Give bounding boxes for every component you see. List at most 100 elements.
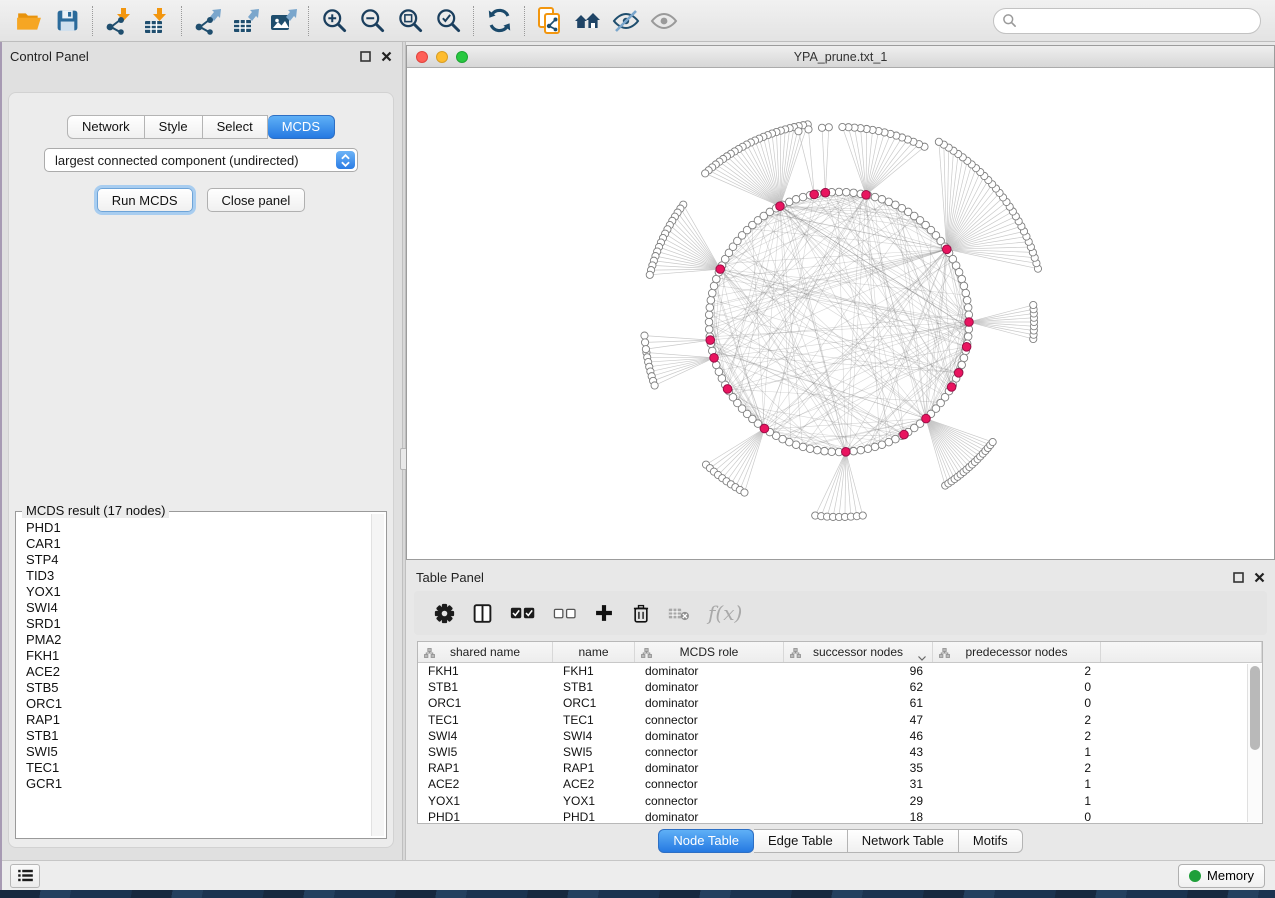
network-node[interactable]	[799, 193, 807, 201]
network-node[interactable]	[864, 445, 872, 453]
network-node[interactable]	[857, 446, 865, 454]
list-item[interactable]: SRD1	[26, 616, 362, 632]
dominator-node[interactable]	[723, 385, 732, 394]
network-node[interactable]	[850, 447, 858, 455]
table-row[interactable]: PHD1PHD1dominator180	[418, 809, 1262, 824]
table-row[interactable]: TEC1TEC1connector472	[418, 712, 1262, 728]
table-row[interactable]: FKH1FKH1dominator962	[418, 663, 1262, 679]
list-item[interactable]: ACE2	[26, 664, 362, 680]
network-node[interactable]	[960, 282, 968, 290]
network-node[interactable]	[707, 296, 715, 304]
network-node[interactable]	[958, 275, 966, 283]
list-item[interactable]: TID3	[26, 568, 362, 584]
settings-gear-icon[interactable]	[434, 603, 455, 624]
network-node[interactable]	[825, 124, 832, 131]
close-panel-icon[interactable]	[381, 51, 392, 62]
network-node[interactable]	[935, 138, 942, 145]
dominator-node[interactable]	[760, 424, 769, 433]
float-panel-icon[interactable]	[1233, 572, 1244, 583]
list-item[interactable]: PHD1	[26, 520, 362, 536]
network-node[interactable]	[705, 318, 713, 326]
zoom-out-button[interactable]	[353, 4, 391, 38]
task-history-button[interactable]	[10, 864, 40, 888]
network-node[interactable]	[960, 354, 968, 362]
list-item[interactable]: ORC1	[26, 696, 362, 712]
delete-row-icon[interactable]	[631, 603, 651, 624]
tab-network[interactable]: Network	[67, 115, 145, 139]
network-node[interactable]	[821, 447, 829, 455]
network-window-titlebar[interactable]: YPA_prune.txt_1	[407, 46, 1274, 68]
network-node[interactable]	[708, 289, 716, 297]
network-node[interactable]	[850, 189, 858, 197]
column-header-predecessor-nodes[interactable]: predecessor nodes	[933, 642, 1101, 662]
criterion-dropdown[interactable]: largest connected component (undirected)	[44, 148, 358, 172]
dominator-node[interactable]	[710, 354, 719, 363]
network-node[interactable]	[813, 446, 821, 454]
dominator-node[interactable]	[776, 202, 785, 211]
refresh-button[interactable]	[480, 4, 518, 38]
network-node[interactable]	[795, 128, 802, 135]
list-item[interactable]: SWI4	[26, 600, 362, 616]
network-node[interactable]	[646, 271, 653, 278]
dominator-node[interactable]	[942, 245, 951, 254]
tab-network-table[interactable]: Network Table	[848, 829, 959, 853]
table-row[interactable]: STB1STB1dominator620	[418, 679, 1262, 695]
mcds-list-scrollbar[interactable]	[371, 514, 384, 836]
network-node[interactable]	[835, 188, 843, 196]
table-row[interactable]: YOX1YOX1connector291	[418, 793, 1262, 809]
float-panel-icon[interactable]	[360, 51, 371, 62]
network-node[interactable]	[642, 346, 649, 353]
tab-node-table[interactable]: Node Table	[658, 829, 754, 853]
import-table-button[interactable]	[137, 4, 175, 38]
network-node[interactable]	[962, 289, 970, 297]
column-header-name[interactable]: name	[553, 642, 635, 662]
network-node[interactable]	[964, 304, 972, 312]
table-row[interactable]: SWI5SWI5connector431	[418, 744, 1262, 760]
zoom-selected-button[interactable]	[429, 4, 467, 38]
network-node[interactable]	[963, 296, 971, 304]
memory-button[interactable]: Memory	[1178, 864, 1265, 888]
dominator-node[interactable]	[962, 343, 971, 352]
mcds-result-list[interactable]: PHD1CAR1STP4TID3YOX1SWI4SRD1PMA2FKH1ACE2…	[18, 514, 370, 836]
list-item[interactable]: YOX1	[26, 584, 362, 600]
table-row[interactable]: ACE2ACE2connector311	[418, 776, 1262, 792]
tab-select[interactable]: Select	[203, 115, 268, 139]
list-item[interactable]: TEC1	[26, 760, 362, 776]
network-node[interactable]	[871, 193, 879, 201]
sort-indicator-icon[interactable]	[918, 650, 926, 664]
dominator-node[interactable]	[821, 188, 830, 197]
network-node[interactable]	[839, 123, 846, 130]
network-node[interactable]	[706, 304, 714, 312]
network-node[interactable]	[842, 188, 850, 196]
search-box[interactable]	[993, 8, 1261, 34]
network-node[interactable]	[799, 443, 807, 451]
select-all-checkboxes-icon[interactable]	[510, 605, 536, 621]
export-image-button[interactable]	[264, 4, 302, 38]
network-node[interactable]	[702, 170, 709, 177]
table-row[interactable]: ORC1ORC1dominator610	[418, 695, 1262, 711]
network-graph[interactable]	[407, 68, 1274, 559]
network-node[interactable]	[828, 448, 836, 456]
network-node[interactable]	[705, 311, 713, 319]
network-node[interactable]	[805, 126, 812, 133]
list-item[interactable]: SWI5	[26, 744, 362, 760]
function-builder-icon[interactable]: f(x)	[708, 601, 742, 625]
dominator-node[interactable]	[947, 383, 956, 392]
tab-motifs[interactable]: Motifs	[959, 829, 1023, 853]
close-panel-button[interactable]: Close panel	[207, 188, 306, 212]
dominator-node[interactable]	[810, 190, 819, 199]
zoom-in-button[interactable]	[315, 4, 353, 38]
tab-style[interactable]: Style	[145, 115, 203, 139]
network-node[interactable]	[964, 333, 972, 341]
show-hidden-button[interactable]	[645, 4, 683, 38]
first-neighbors-button[interactable]	[569, 4, 607, 38]
network-node[interactable]	[1030, 301, 1037, 308]
list-item[interactable]: STB5	[26, 680, 362, 696]
network-node[interactable]	[641, 332, 648, 339]
network-node[interactable]	[806, 445, 814, 453]
network-node[interactable]	[859, 512, 866, 519]
delete-table-icon[interactable]	[668, 605, 691, 622]
network-node[interactable]	[871, 443, 879, 451]
dominator-node[interactable]	[900, 430, 909, 439]
network-node[interactable]	[792, 195, 800, 203]
